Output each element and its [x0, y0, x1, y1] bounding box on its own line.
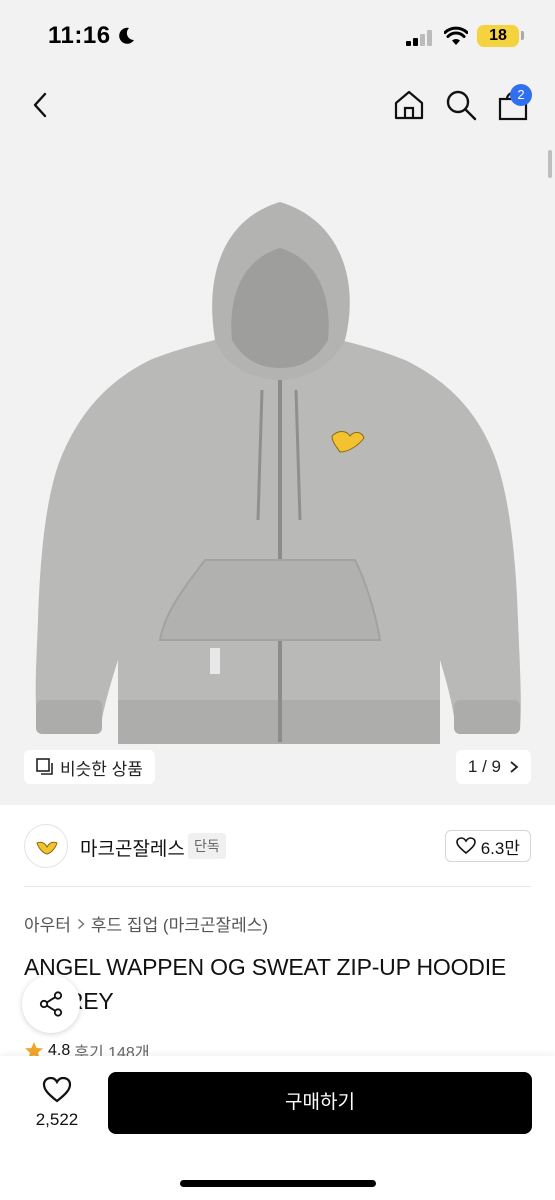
- product-title: ANGEL WAPPEN OG SWEAT ZIP-UP HOODIE M/GR…: [24, 954, 507, 1014]
- similar-products-label: 비슷한 상품: [60, 759, 143, 779]
- bottom-action-bar: 2,522 구매하기: [0, 1056, 555, 1200]
- battery-icon: 18: [477, 25, 519, 47]
- wifi-icon: [444, 26, 468, 45]
- chevron-right-icon: [510, 761, 519, 773]
- home-indicator: [180, 1180, 376, 1187]
- angel-logo-icon[interactable]: [24, 824, 68, 868]
- battery-cap: [521, 31, 524, 40]
- scrollbar[interactable]: [548, 150, 552, 178]
- back-icon[interactable]: [26, 90, 56, 120]
- image-page-indicator[interactable]: 1 / 9: [455, 750, 531, 784]
- breadcrumb-item[interactable]: 아우터: [24, 911, 71, 936]
- buy-button[interactable]: 구매하기: [108, 1072, 532, 1134]
- heart-icon: [455, 837, 476, 855]
- brand-like-count: 6.3만: [480, 838, 520, 858]
- page-indicator-text: 1 / 9: [467, 757, 501, 776]
- top-navigation: 2: [0, 70, 555, 140]
- status-time: 11:16: [48, 22, 111, 49]
- status-bar: 11:16 18: [0, 0, 555, 70]
- wishlist-heart-icon[interactable]: [42, 1076, 72, 1104]
- search-icon[interactable]: [444, 88, 478, 122]
- cart-count-badge: 2: [510, 84, 532, 106]
- brand-name[interactable]: 마크곤잘레스: [80, 834, 185, 861]
- breadcrumb-item[interactable]: 후드 집업 (마크곤잘레스): [91, 911, 268, 936]
- brand-like-button[interactable]: 6.3만: [444, 830, 531, 862]
- chevron-right-icon: [77, 918, 85, 929]
- product-image-carousel[interactable]: 비슷한 상품 1 / 9: [0, 140, 555, 805]
- similar-icon: [36, 758, 53, 775]
- breadcrumb: 아우터 후드 집업 (마크곤잘레스): [24, 911, 268, 936]
- brand-row: 마크곤잘레스 단독 6.3만: [0, 820, 555, 872]
- moon-icon: [119, 27, 134, 44]
- wishlist-count: 2,522: [35, 1110, 79, 1129]
- share-icon: [39, 991, 63, 1017]
- divider: [24, 886, 531, 887]
- exclusive-badge: 단독: [188, 833, 226, 859]
- hoodie-image: [35, 202, 521, 744]
- similar-products-button[interactable]: 비슷한 상품: [24, 750, 155, 784]
- share-button[interactable]: [22, 975, 80, 1033]
- home-icon[interactable]: [392, 88, 426, 122]
- signal-icon: [406, 30, 432, 46]
